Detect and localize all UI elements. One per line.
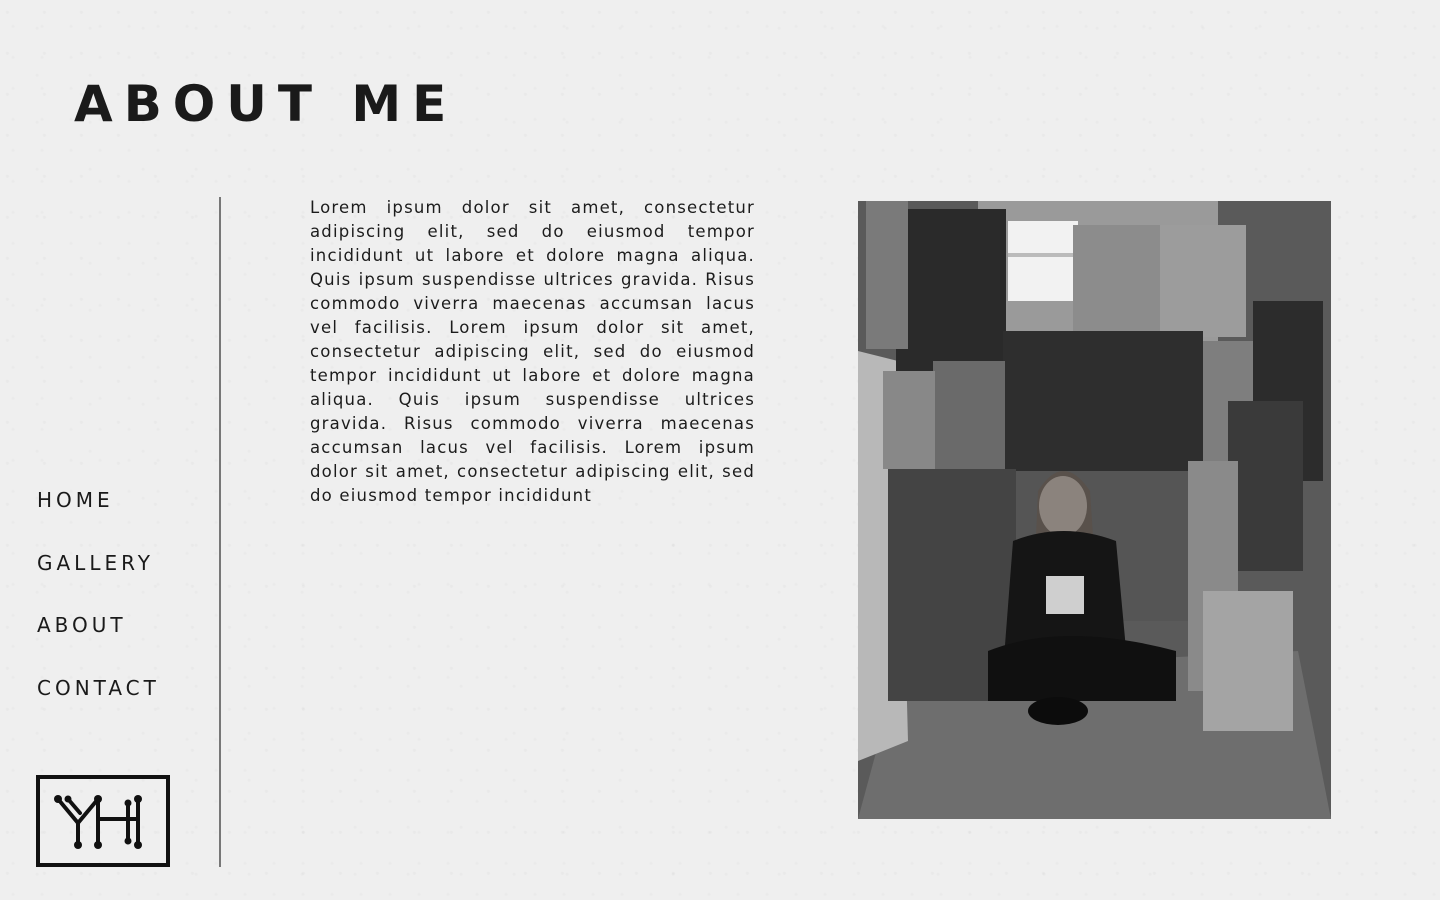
- nav-item-contact: CONTACT: [37, 674, 160, 737]
- yh-monogram-icon: [54, 795, 142, 849]
- nav-link-home[interactable]: HOME: [37, 486, 160, 549]
- nav-link-about[interactable]: ABOUT: [37, 611, 160, 674]
- nav-item-gallery: GALLERY: [37, 549, 160, 612]
- vertical-divider: [219, 197, 221, 867]
- logo[interactable]: [36, 775, 170, 867]
- nav-link-contact[interactable]: CONTACT: [37, 674, 160, 737]
- nav-item-about: ABOUT: [37, 611, 160, 674]
- artist-photo: [858, 201, 1331, 819]
- about-body-text: Lorem ipsum dolor sit amet, consectetur …: [310, 198, 755, 505]
- nav-link-gallery[interactable]: GALLERY: [37, 549, 160, 612]
- page-title: ABOUT ME: [74, 75, 458, 133]
- nav-item-home: HOME: [37, 486, 160, 549]
- artist-photo-image: [858, 201, 1331, 819]
- nav-list: HOME GALLERY ABOUT CONTACT: [37, 486, 160, 736]
